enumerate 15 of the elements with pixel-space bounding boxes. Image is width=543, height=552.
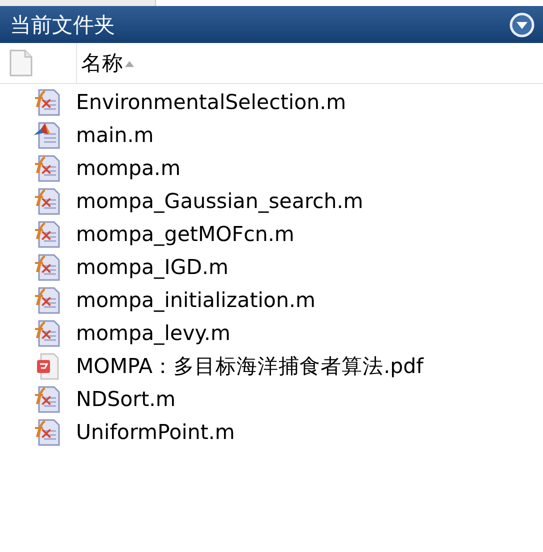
- file-name[interactable]: EnvironmentalSelection.m: [76, 90, 346, 114]
- file-name[interactable]: mompa_initialization.m: [76, 288, 316, 312]
- file-name[interactable]: mompa_getMOFcn.m: [76, 222, 294, 246]
- panel-title: 当前文件夹: [10, 12, 115, 38]
- file-name[interactable]: main.m: [76, 122, 154, 146]
- dropdown-menu-icon[interactable]: [509, 12, 535, 38]
- file-name[interactable]: UniformPoint.m: [76, 420, 235, 444]
- file-name[interactable]: mompa_levy.m: [76, 320, 230, 344]
- file-type-icon: [9, 49, 33, 77]
- file-name[interactable]: mompa.m: [76, 156, 181, 180]
- file-name[interactable]: MOMPA：多目标海洋捕食者算法.pdf: [76, 352, 424, 380]
- file-name[interactable]: NDSort.m: [76, 386, 176, 410]
- name-column-header[interactable]: 名称: [77, 46, 138, 80]
- file-name[interactable]: mompa_Gaussian_search.m: [76, 188, 364, 212]
- file-name[interactable]: mompa_IGD.m: [76, 254, 229, 278]
